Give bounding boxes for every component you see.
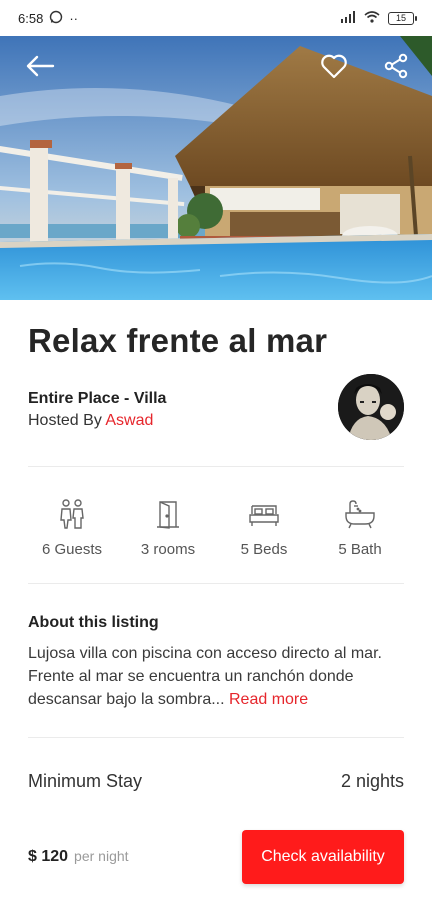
- minimum-stay-value: 2 nights: [340, 770, 404, 791]
- whatsapp-icon: [49, 10, 63, 27]
- price-unit: per night: [74, 848, 129, 864]
- listing-hero-image: [0, 36, 432, 300]
- amenity-label: 3 rooms: [140, 541, 196, 558]
- amenity-bath: 5 Bath: [316, 497, 404, 583]
- divider: [28, 583, 404, 584]
- arrow-left-icon: [25, 55, 55, 82]
- host-avatar[interactable]: [338, 374, 404, 440]
- listing-title: Relax frente al mar: [28, 322, 328, 359]
- hosted-by: Hosted By Aswad: [28, 412, 153, 430]
- booking-bar: $ 120 per night Check availability: [28, 830, 404, 884]
- hosted-by-label: Hosted By: [28, 412, 102, 429]
- bathtub-icon: [343, 497, 377, 531]
- bed-icon: [247, 497, 281, 531]
- amenity-rooms: 3 rooms: [124, 497, 212, 583]
- status-more: ··: [69, 10, 78, 26]
- read-more-link[interactable]: Read more: [229, 691, 308, 708]
- minimum-stay-row: Minimum Stay 2 nights: [28, 738, 404, 824]
- share-button[interactable]: [378, 50, 414, 86]
- door-icon: [152, 497, 184, 531]
- amenity-label: 5 Beds: [240, 541, 288, 558]
- about-text: Lujosa villa con piscina con acceso dire…: [28, 645, 382, 708]
- price-amount: $ 120: [28, 848, 69, 865]
- battery-icon: 15: [388, 11, 417, 25]
- place-type: Entire Place - Villa: [28, 390, 167, 407]
- back-button[interactable]: [22, 50, 58, 86]
- about-description: Lujosa villa con piscina con acceso dire…: [28, 642, 404, 711]
- host-name-link[interactable]: Aswad: [105, 412, 153, 429]
- price: $ 120 per night: [28, 848, 129, 866]
- villa-pool-photo: [0, 36, 432, 300]
- about-title: About this listing: [28, 614, 159, 631]
- check-availability-button[interactable]: Check availability: [242, 830, 404, 884]
- wifi-icon: [364, 10, 380, 26]
- amenity-label: 6 Guests: [41, 541, 103, 558]
- minimum-stay-label: Minimum Stay: [28, 770, 143, 791]
- amenities-row: 6 Guests 3 rooms 5 Beds 5 Bath: [28, 467, 404, 583]
- status-time: 6:58: [18, 10, 44, 26]
- amenity-beds: 5 Beds: [220, 497, 308, 583]
- amenity-guests: 6 Guests: [28, 497, 116, 583]
- share-icon: [383, 53, 409, 84]
- host-section: Entire Place - Villa Hosted By Aswad: [28, 366, 404, 466]
- amenity-label: 5 Bath: [338, 541, 382, 558]
- signal-icon: [340, 10, 356, 26]
- listing-details: Relax frente al mar Entire Place - Villa…: [0, 300, 432, 884]
- battery-level: 15: [395, 12, 406, 23]
- status-bar: 6:58 ·· 15: [0, 0, 432, 36]
- heart-icon: [320, 53, 348, 84]
- guests-icon: [56, 497, 88, 531]
- favorite-button[interactable]: [316, 50, 352, 86]
